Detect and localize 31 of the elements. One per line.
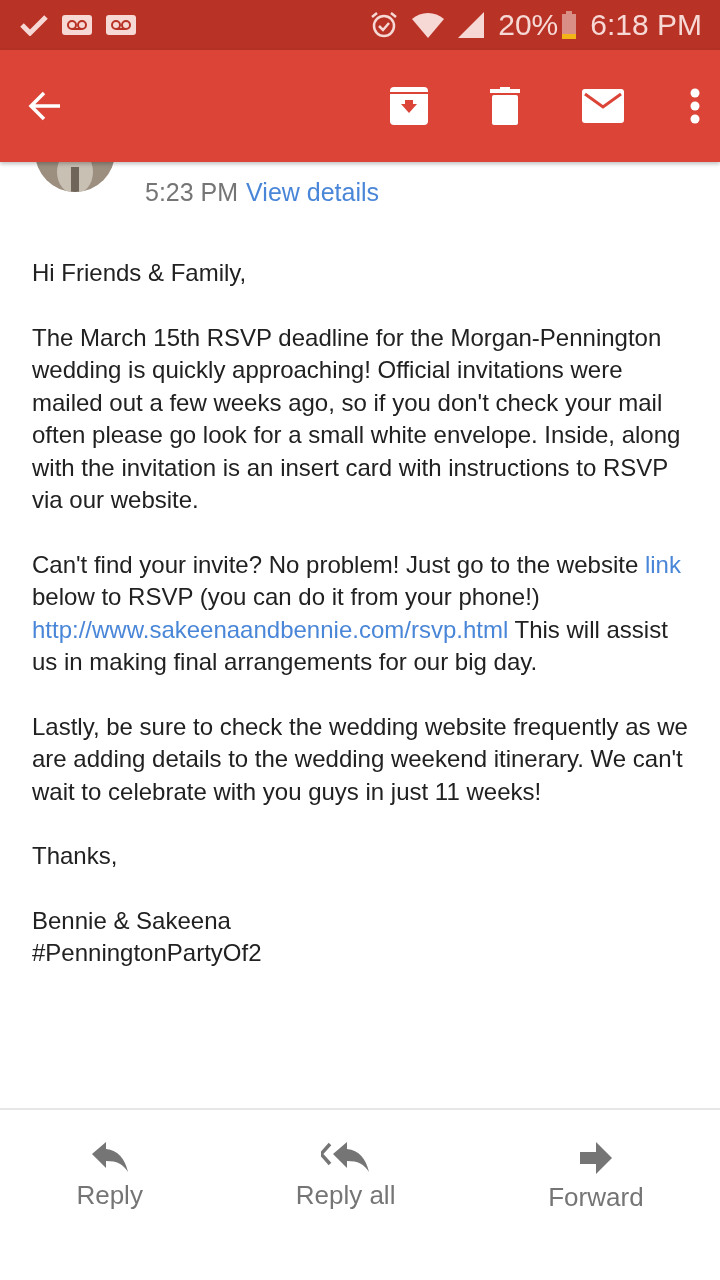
battery-percentage: 20% bbox=[498, 8, 559, 42]
reply-button[interactable]: Reply bbox=[66, 1110, 153, 1211]
message-paragraph: Can't find your invite? No problem! Just go to the website link below to RSVP (you can do it from your phone!) http://www.sakeenaandbennie.com/rsvp.html This will assist us in making final arrangements for our big day. bbox=[32, 549, 682, 677]
link[interactable]: link bbox=[644, 550, 681, 578]
link[interactable]: http://www.sakeenaandbennie.com/rsvp.html bbox=[32, 615, 509, 643]
alarm-icon bbox=[370, 11, 399, 39]
signature-line: Bennie & Sakeena bbox=[32, 905, 232, 936]
reply-icon bbox=[91, 1142, 128, 1172]
battery-icon bbox=[562, 11, 577, 39]
check-icon bbox=[20, 14, 48, 36]
voicemail-icon bbox=[62, 15, 92, 35]
voicemail-icon bbox=[106, 15, 136, 35]
delete-button[interactable] bbox=[490, 87, 520, 125]
forward-button[interactable]: Forward bbox=[538, 1110, 654, 1213]
signal-icon bbox=[458, 12, 485, 38]
forward-icon bbox=[579, 1142, 612, 1174]
back-button[interactable] bbox=[28, 91, 62, 121]
message-paragraph: Lastly, be sure to check the wedding website frequently as we are adding details to the wedding weekend itinerary. We can't wait to celebrate with you guys in just 11 weeks! bbox=[32, 711, 689, 807]
view-details-link[interactable]: View details bbox=[246, 178, 380, 207]
wifi-icon bbox=[412, 12, 445, 38]
reply-all-button[interactable]: Reply all bbox=[285, 1110, 406, 1211]
message-paragraph: Hi Friends & Family, bbox=[32, 258, 248, 288]
message-time: 5:23 PM bbox=[145, 178, 239, 207]
archive-button[interactable] bbox=[390, 87, 428, 125]
clock-time: 6:18 PM bbox=[590, 8, 702, 42]
message-paragraph: The March 15th RSVP deadline for the Morgan-Pennington wedding is quickly approaching! Official invitations were mailed out a few weeks ago, so if you don't check your mail often please go look for a small white envelope. Inside, along with the invitation is an insert card with instructions to RSVP via our website. bbox=[32, 322, 682, 515]
mail-button[interactable] bbox=[582, 89, 624, 123]
message-paragraph: Thanks, bbox=[32, 841, 119, 871]
signature-line: #PenningtonPartyOf2 bbox=[32, 938, 263, 968]
more-options-button[interactable] bbox=[690, 88, 700, 124]
reply-all-icon bbox=[320, 1142, 371, 1172]
